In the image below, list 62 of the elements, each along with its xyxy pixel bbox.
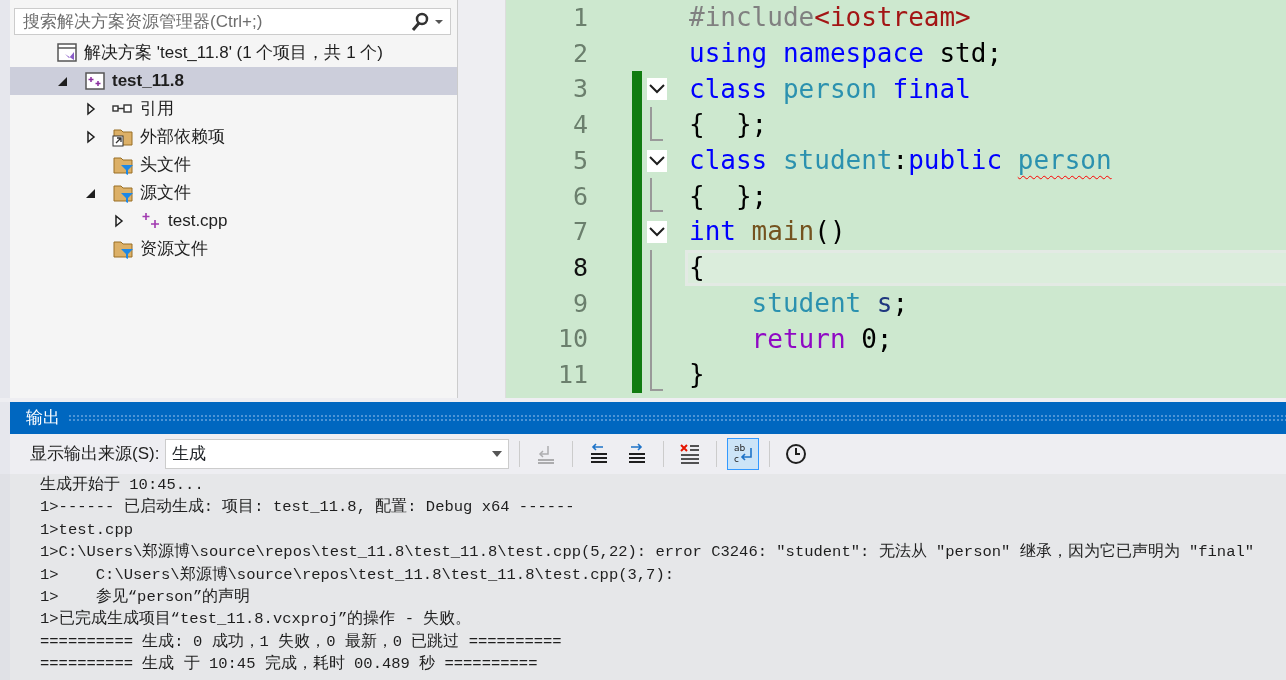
filter-folder-icon (112, 183, 134, 203)
clock-icon (784, 442, 809, 466)
line-number: 5 (571, 144, 588, 177)
plus-sign-icon (140, 211, 162, 231)
collapsed-arrow-icon[interactable] (84, 130, 98, 144)
collapsed-arrow-icon[interactable] (112, 214, 126, 228)
collapse-icon[interactable] (647, 220, 667, 243)
project-icon (84, 71, 106, 91)
output-line: 1> C:\Users\郑源博\source\repos\test_11.8\test_11.8\test.cpp(3,7): (40, 564, 674, 586)
code-line: #include<iostream> (689, 1, 971, 35)
collapsed-arrow-icon[interactable] (84, 102, 98, 116)
line-number: 6 (571, 180, 588, 213)
tree-item[interactable]: test_11.8 (10, 67, 457, 95)
tree-item[interactable]: test.cpp (10, 207, 457, 235)
code-line: { }; (689, 179, 768, 213)
code-line: } (689, 358, 705, 392)
filter-folder-icon (112, 239, 134, 259)
search-field[interactable]: 搜索解决方案资源管理器(Ctrl+;) (14, 8, 451, 35)
code-editor[interactable]: 1 #include<iostream> 2 using namespace std; 3 class person final 4 { }; 5 class student:public person 6 { }; 7 int main() 8 { 9 student s; 10 return 0; 11 } (505, 0, 1286, 398)
tree-item[interactable]: 引用 (10, 95, 457, 123)
line-number: 4 (571, 109, 588, 142)
filter-folder-icon (112, 155, 134, 175)
panel-title: 输出 (26, 407, 60, 430)
line-number: 10 (556, 323, 588, 356)
line-number: 3 (571, 73, 588, 106)
dropdown-caret-icon (492, 451, 503, 457)
line-number: 11 (556, 358, 588, 391)
solution-icon (56, 43, 78, 63)
code-line: int main() (689, 215, 846, 249)
line-number: 9 (571, 287, 588, 320)
code-line: using namespace std; (689, 37, 1003, 71)
source-dropdown[interactable]: 生成 (165, 439, 510, 469)
collapse-icon[interactable] (647, 149, 667, 172)
tree-item[interactable]: 解决方案 'test_11.8' (1 个项目，共 1 个) (10, 39, 457, 67)
line-number: 8 (571, 251, 588, 284)
tree-item[interactable]: 外部依赖项 (10, 123, 457, 151)
line-number: 7 (571, 216, 588, 249)
search-icon[interactable] (410, 11, 444, 32)
collapse-icon[interactable] (647, 78, 667, 101)
tree-item[interactable]: 源文件 (10, 179, 457, 207)
code-line: { }; (689, 108, 768, 142)
code-line: return 0; (750, 322, 893, 356)
code-line: class person final (689, 72, 971, 106)
output-line: ========== 生成: 0 成功，1 失败，0 最新，0 已跳过 ========== (40, 631, 562, 653)
output-line: 1>已完成生成项目“test_11.8.vcxproj”的操作 - 失败。 (40, 608, 472, 631)
output-line: 1>test.cpp (40, 519, 133, 541)
line-number: 2 (571, 37, 588, 70)
fold-guide-line (650, 178, 664, 215)
code-line: class student:public person (689, 144, 1112, 178)
output-line: ========== 生成 于 10:45 完成，耗时 00.489 秒 ========== (40, 653, 538, 676)
code-line: student s; (750, 286, 909, 320)
tree-item[interactable]: 资源文件 (10, 235, 457, 263)
output-line: 1>------ 已启动生成: 项目: test_11.8, 配置: Debug x64 ------ (40, 496, 575, 519)
output-line: 1>C:\Users\郑源博\source\repos\test_11.8\test_11.8\test.cpp(5,22): error C3246: ″student″: 无法从 ″person″ 继承，因为它已声明为 ″final″ (40, 541, 1255, 564)
fold-guide-line (650, 106, 664, 143)
source-label: 显示输出来源(S): (30, 443, 160, 466)
output-line: 1> 参见“person”的声明 (40, 587, 251, 609)
folder-icon (112, 127, 134, 147)
output-line: 生成开始于 10:45... (40, 474, 204, 496)
tree-item[interactable]: 头文件 (10, 151, 457, 179)
line-number: 1 (571, 2, 588, 35)
code-line: { (689, 251, 705, 285)
